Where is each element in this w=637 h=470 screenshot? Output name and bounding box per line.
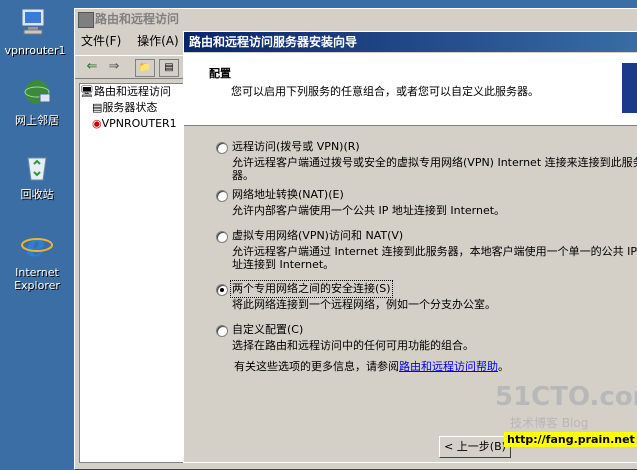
server-status-icon: ▤ <box>92 101 103 114</box>
help-link[interactable]: 路由和远程访问帮助 <box>399 360 498 373</box>
tree-item-root[interactable]: 🖥路由和远程访问 <box>80 84 186 100</box>
tree-item-vpnrouter1[interactable]: ◉VPNROUTER1 <box>80 116 186 132</box>
up-folder-icon[interactable]: 📁 <box>135 59 155 77</box>
wizard-title: 路由和远程访问服务器安装向导 <box>189 35 358 49</box>
option-nat[interactable]: 网络地址转换(NAT)(E) 允许内部客户端使用一个公共 IP 地址连接到 In… <box>216 188 637 217</box>
menu-action[interactable]: 操作(A) <box>131 31 185 51</box>
option-desc: 允许内部客户端使用一个公共 IP 地址连接到 Internet。 <box>232 204 506 217</box>
computer-icon <box>18 6 52 40</box>
option-label: 远程访问(拨号或 VPN)(R) <box>232 140 360 153</box>
radio-secure-connection[interactable] <box>216 284 228 296</box>
desktop-icon-recycle-bin[interactable]: 回收站 <box>2 150 72 201</box>
desktop-icon-my-computer[interactable]: vpnrouter1 <box>0 6 70 57</box>
desktop-icon-internet-explorer[interactable]: e Internet Explorer <box>2 228 72 292</box>
option-secure-connection[interactable]: 两个专用网络之间的安全连接(S) 将此网络连接到一个远程网络，例如一个分支办公室… <box>216 280 637 311</box>
url-stamp: http://fang.prain.net <box>504 432 637 447</box>
radio-nat[interactable] <box>216 190 228 202</box>
watermark-sub: 技术博客 Blog <box>510 416 589 430</box>
wizard-header: 配置 您可以启用下列服务的任意组合，或者您可以自定义此服务器。 <box>184 53 637 126</box>
option-desc: 选择在路由和远程访问中的任何可用功能的组合。 <box>232 339 474 352</box>
option-custom[interactable]: 自定义配置(C) 选择在路由和远程访问中的任何可用功能的组合。 <box>216 323 637 352</box>
desktop-label: Internet Explorer <box>14 266 60 292</box>
radio-remote-access[interactable] <box>216 142 228 154</box>
svg-text:e: e <box>26 229 45 262</box>
more-info-text: 有关这些选项的更多信息，请参阅路由和远程访问帮助。 <box>234 360 509 373</box>
option-label: 两个专用网络之间的安全连接(S) <box>230 280 393 298</box>
show-tree-icon[interactable]: ▤ <box>159 59 179 77</box>
wizard-title-bar[interactable]: 路由和远程访问服务器安装向导 <box>184 32 637 52</box>
wizard-header-subtitle: 您可以启用下列服务的任意组合，或者您可以自定义此服务器。 <box>231 85 539 98</box>
menu-file[interactable]: 文件(F) <box>75 31 127 51</box>
mmc-title-bar[interactable]: 路由和远程访问 <box>75 9 637 29</box>
recycle-bin-icon <box>20 150 54 184</box>
routing-console-icon <box>78 12 94 28</box>
network-places-icon <box>20 76 54 110</box>
radio-vpn-and-nat[interactable] <box>216 231 228 243</box>
watermark: 51CTO.com <box>495 382 637 412</box>
server-stopped-icon: ◉ <box>92 117 102 130</box>
option-label: 自定义配置(C) <box>232 323 304 336</box>
ie-icon: e <box>20 228 54 264</box>
desktop-label: 网上邻居 <box>15 114 59 127</box>
wizard-header-title: 配置 <box>209 67 231 80</box>
server-tree-icon: 🖥 <box>80 85 94 98</box>
desktop-label: 回收站 <box>20 188 54 201</box>
tree-item-server-status[interactable]: ▤服务器状态 <box>80 100 186 116</box>
option-remote-access[interactable]: 远程访问(拨号或 VPN)(R) 允许远程客户端通过拨号或安全的虚拟专用网络(V… <box>216 140 637 182</box>
back-arrow-icon[interactable]: ⇐ <box>83 59 101 75</box>
forward-arrow-icon[interactable]: ⇒ <box>105 59 123 75</box>
option-label: 网络地址转换(NAT)(E) <box>232 188 344 201</box>
back-button[interactable]: < 上一步(B) <box>439 436 511 458</box>
option-label: 虚拟专用网络(VPN)访问和 NAT(V) <box>232 229 404 242</box>
option-desc: 将此网络连接到一个远程网络，例如一个分支办公室。 <box>232 298 496 311</box>
wizard-logo-icon <box>622 63 637 113</box>
mmc-title: 路由和远程访问 <box>95 12 180 26</box>
option-desc: 允许远程客户端通过 Internet 连接到此服务器，本地客户端使用一个单一的公… <box>232 245 637 271</box>
radio-custom[interactable] <box>216 325 228 337</box>
option-vpn-and-nat[interactable]: 虚拟专用网络(VPN)访问和 NAT(V) 允许远程客户端通过 Internet… <box>216 229 637 271</box>
desktop-label: vpnrouter1 <box>4 44 66 57</box>
desktop-icon-network-places[interactable]: 网上邻居 <box>2 76 72 127</box>
console-tree: 🖥路由和远程访问 ▤服务器状态 ◉VPNROUTER1 <box>79 83 187 463</box>
option-desc: 允许远程客户端通过拨号或安全的虚拟专用网络(VPN) Internet 连接来连… <box>232 156 637 182</box>
